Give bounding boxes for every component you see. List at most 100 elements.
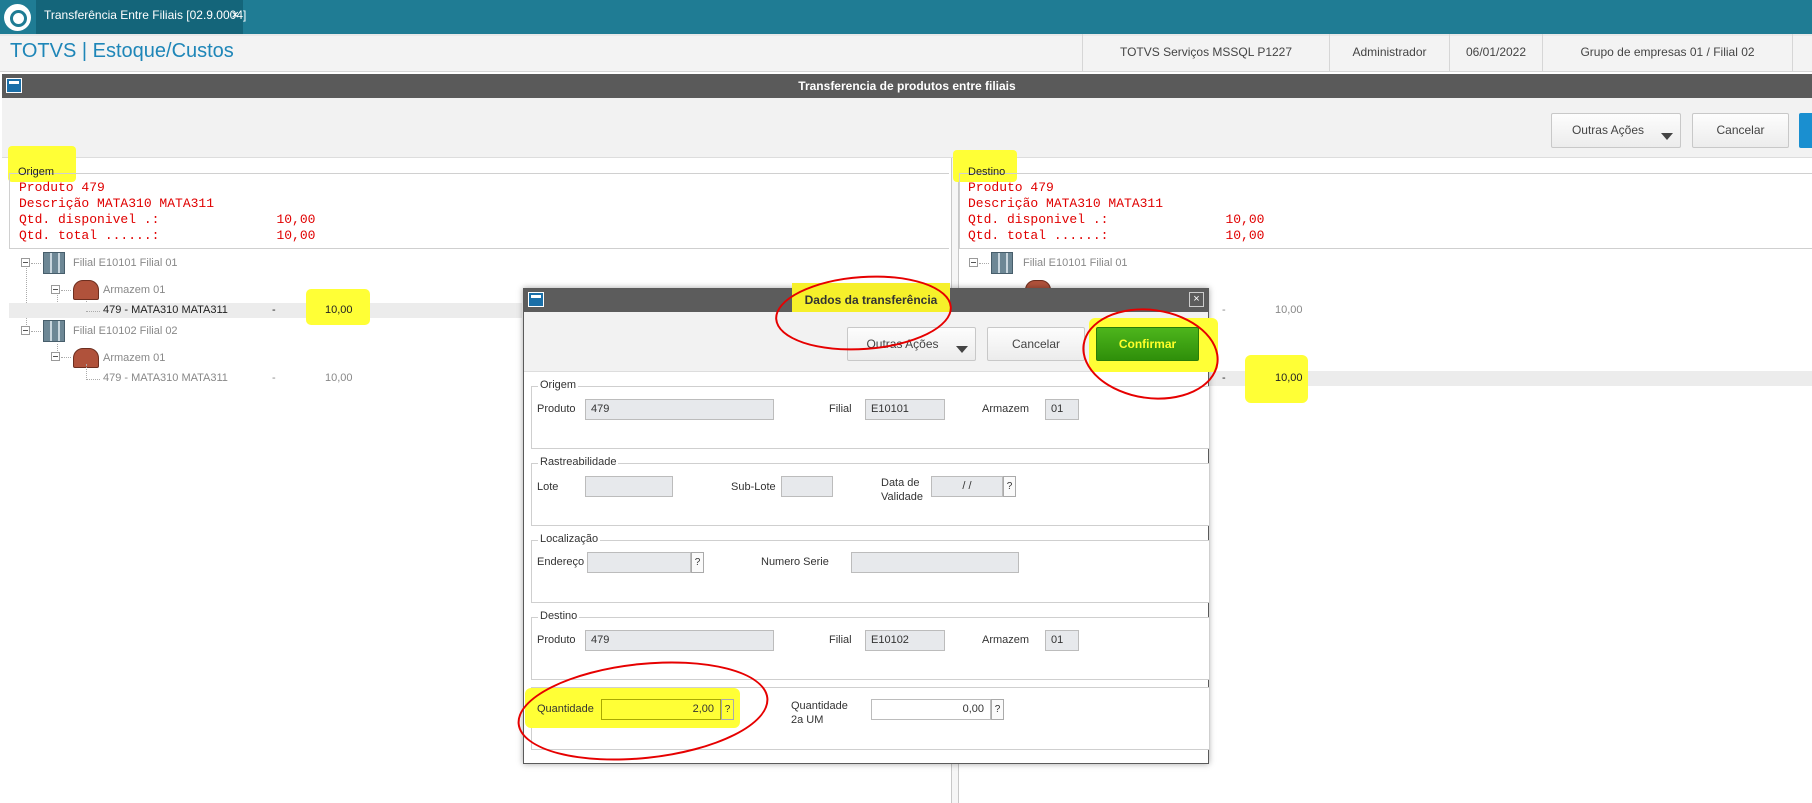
- destination-item-2-qty: 10,00: [1275, 372, 1303, 384]
- collapse-icon[interactable]: [51, 285, 60, 294]
- confirm-button-partial[interactable]: [1799, 113, 1812, 148]
- tree-line: [86, 311, 100, 312]
- quantity-2um-label-line-1: Quantidade: [791, 700, 848, 712]
- quantity-2um-label-line-2: 2a UM: [791, 714, 824, 726]
- environment-label: TOTVS Serviços MSSQL P1227: [1082, 34, 1329, 72]
- origin-item-1-qty: 10,00: [325, 304, 353, 316]
- origin-branch-2[interactable]: Filial E10102 Filial 02: [73, 325, 178, 337]
- other-actions-button[interactable]: Outras Ações: [1551, 113, 1681, 148]
- dialog-cancel-button[interactable]: Cancelar: [987, 327, 1085, 361]
- origin-product-label: Produto: [537, 403, 576, 415]
- destination-product-label: Produto: [537, 634, 576, 646]
- expiry-label-line-1: Data de: [881, 477, 920, 489]
- cancel-label: Cancelar: [1716, 123, 1765, 137]
- quantity-2um-help-button[interactable]: ?: [991, 699, 1004, 720]
- address-field[interactable]: [587, 552, 691, 573]
- destination-total-line: Qtd. total ......: 10,00: [968, 228, 1265, 243]
- lot-field[interactable]: [585, 476, 673, 497]
- collapse-icon[interactable]: [21, 326, 30, 335]
- tab-transferencia[interactable]: Transferência Entre Filiais [02.9.0004] …: [36, 0, 247, 34]
- tree-line: [61, 357, 71, 358]
- destination-warehouse-field[interactable]: 01: [1045, 630, 1079, 651]
- address-label: Endereço: [537, 556, 585, 568]
- tree-line: [61, 290, 71, 291]
- close-icon[interactable]: ×: [1189, 292, 1204, 307]
- window-icon: [528, 292, 544, 307]
- quantity-2um-field[interactable]: 0,00: [871, 699, 991, 720]
- warehouse-icon: [73, 280, 99, 300]
- destination-tree-separator: [959, 248, 1812, 249]
- other-actions-label: Outras Ações: [1571, 123, 1645, 137]
- destination-product-line: Produto 479: [968, 180, 1054, 195]
- origin-item-1[interactable]: 479 - MATA310 MATA311: [103, 304, 228, 316]
- destination-item-1-qty: 10,00: [1275, 304, 1303, 316]
- destination-description-line: Descrição MATA310 MATA311: [968, 196, 1164, 211]
- destination-branch-field[interactable]: E10102: [865, 630, 945, 651]
- company-label: Grupo de empresas 01 / Filial 02: [1542, 34, 1792, 72]
- branch-building-icon: [991, 252, 1013, 274]
- window-title-text: Transferencia de produtos entre filiais: [798, 79, 1016, 93]
- destination-branch-1[interactable]: Filial E10101 Filial 01: [1023, 257, 1128, 269]
- tree-line: [979, 263, 989, 264]
- branch-building-icon: [43, 252, 65, 274]
- dialog-origin-title: Origem: [538, 379, 579, 391]
- main-toolbar: [2, 98, 1812, 158]
- origin-item-2[interactable]: 479 - MATA310 MATA311: [103, 372, 228, 384]
- branch-building-icon: [43, 320, 65, 342]
- expiry-label-line-2: Validade: [881, 491, 923, 503]
- dialog-location-title: Localização: [538, 533, 601, 545]
- destination-branch-label: Filial: [829, 634, 852, 646]
- origin-branch-1[interactable]: Filial E10101 Filial 01: [73, 257, 178, 269]
- collapse-icon[interactable]: [21, 258, 30, 267]
- destination-product-field[interactable]: 479: [585, 630, 774, 651]
- origin-product-field[interactable]: 479: [585, 399, 774, 420]
- destination-item-2-dash: -: [1222, 372, 1226, 384]
- tree-line: [26, 268, 27, 333]
- origin-warehouse-1[interactable]: Armazem 01: [103, 284, 165, 296]
- serial-number-field[interactable]: [851, 552, 1019, 573]
- origin-label: Origem: [18, 166, 55, 178]
- collapse-icon[interactable]: [969, 258, 978, 267]
- origin-branch-label: Filial: [829, 403, 852, 415]
- window-icon: [6, 78, 22, 93]
- dialog-cancel-label: Cancelar: [1011, 337, 1061, 351]
- dialog-destination-title: Destino: [538, 610, 580, 622]
- sublot-field[interactable]: [781, 476, 833, 497]
- tree-line: [31, 331, 41, 332]
- tab-title: Transferência Entre Filiais [02.9.0004]: [44, 8, 247, 22]
- origin-branch-field[interactable]: E10101: [865, 399, 945, 420]
- expiry-date-field[interactable]: / /: [931, 476, 1003, 497]
- window-title: Transferencia de produtos entre filiais: [2, 74, 1812, 98]
- destination-label: Destino: [968, 166, 1006, 178]
- origin-item-2-qty: 10,00: [325, 372, 353, 384]
- app-title: TOTVS | Estoque/Custos: [10, 40, 234, 62]
- tree-line: [86, 364, 87, 378]
- origin-available-line: Qtd. disponivel .: 10,00: [19, 212, 316, 227]
- origin-total-line: Qtd. total ......: 10,00: [19, 228, 316, 243]
- collapse-icon[interactable]: [51, 352, 60, 361]
- tree-line: [31, 263, 41, 264]
- origin-warehouse-2[interactable]: Armazem 01: [103, 352, 165, 364]
- lot-label: Lote: [537, 481, 559, 493]
- totvs-logo-icon[interactable]: [4, 4, 31, 31]
- destination-available-line: Qtd. disponivel .: 10,00: [968, 212, 1265, 227]
- address-help-button[interactable]: ?: [691, 552, 704, 573]
- origin-item-2-dash: -: [272, 372, 276, 384]
- origin-warehouse-label: Armazem: [982, 403, 1030, 415]
- expiry-help-button[interactable]: ?: [1003, 476, 1016, 497]
- chevron-down-icon: [956, 346, 968, 353]
- header-spacer: [1792, 34, 1812, 72]
- sublot-label: Sub-Lote: [731, 481, 776, 493]
- top-bar: [0, 0, 1812, 34]
- user-label: Administrador: [1329, 34, 1449, 72]
- origin-warehouse-field[interactable]: 01: [1045, 399, 1079, 420]
- cancel-button[interactable]: Cancelar: [1692, 113, 1789, 148]
- dialog-traceability-title: Rastreabilidade: [538, 456, 619, 468]
- tree-line: [86, 379, 100, 380]
- serial-number-label: Numero Serie: [761, 556, 829, 568]
- destination-item-1-dash: -: [1222, 304, 1226, 316]
- origin-product-line: Produto 479: [19, 180, 105, 195]
- close-icon[interactable]: ×: [231, 0, 239, 30]
- destination-warehouse-label: Armazem: [982, 634, 1030, 646]
- origin-item-1-dash: -: [272, 304, 276, 316]
